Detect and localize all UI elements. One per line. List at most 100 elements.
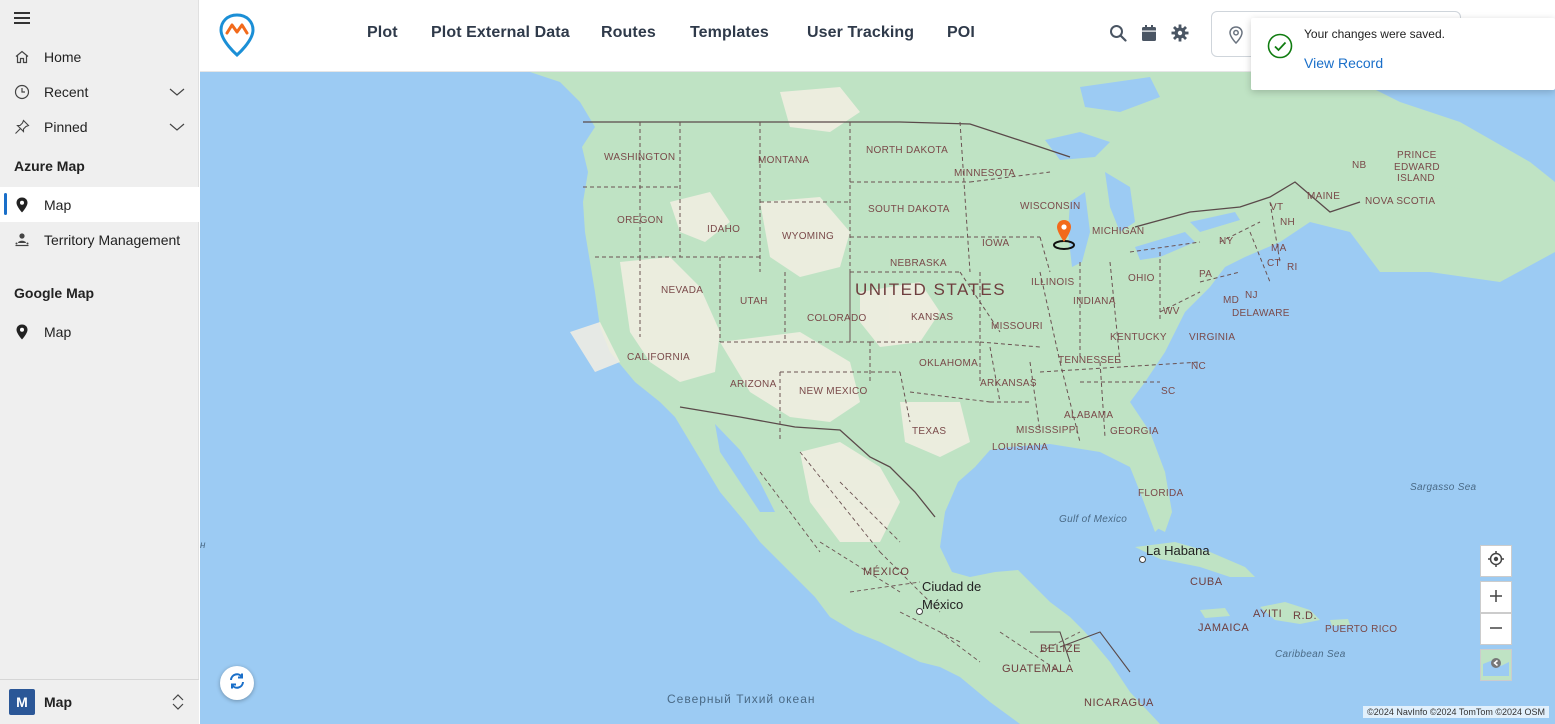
sidebar-item-recent[interactable]: Recent — [0, 74, 199, 109]
map-label: NC — [1191, 361, 1207, 372]
map-label: WYOMING — [782, 231, 835, 242]
map-label: WISCONSIN — [1020, 201, 1081, 212]
refresh-icon — [228, 672, 246, 695]
home-icon — [14, 49, 30, 65]
toast-message: Your changes were saved. — [1304, 27, 1445, 41]
crosshair-icon — [1487, 550, 1505, 573]
map-label: SC — [1161, 386, 1176, 397]
map-style-icon — [1483, 649, 1509, 681]
map-canvas[interactable]: WASHINGTON MONTANA NORTH DAKOTA MINNESOT… — [200, 72, 1555, 724]
map-label: ARIZONA — [730, 379, 777, 390]
map-label-sea: н — [200, 540, 206, 551]
sidebar-item-label: Recent — [44, 83, 89, 100]
map-label: CT — [1267, 258, 1281, 269]
sidebar-item-territory-management[interactable]: Territory Management — [0, 222, 199, 257]
map-label: MISSOURI — [991, 321, 1043, 332]
map-label: TENNESSEE — [1058, 355, 1122, 366]
sidebar-item-label: Map — [44, 323, 72, 340]
map-label: MA — [1271, 243, 1287, 254]
map-label-sea: Caribbean Sea — [1275, 649, 1346, 660]
tab-user-tracking[interactable]: User Tracking — [807, 24, 914, 42]
refresh-button[interactable] — [220, 666, 254, 700]
map-label: DELAWARE — [1232, 308, 1290, 319]
map-label: ARKANSAS — [980, 378, 1037, 389]
map-style-button[interactable] — [1480, 649, 1512, 681]
zoom-in-button[interactable] — [1480, 581, 1512, 613]
map-label: NEW MEXICO — [799, 386, 868, 397]
map-marker-icon — [14, 324, 30, 340]
plus-icon — [1489, 587, 1503, 608]
map-label: NEVADA — [661, 285, 704, 296]
map-label: INDIANA — [1073, 296, 1116, 307]
map-label: ILLINOIS — [1031, 277, 1075, 288]
map-label-country: CUBA — [1190, 576, 1223, 588]
map-label-city: Ciudad de — [922, 579, 982, 594]
pin-icon — [14, 119, 30, 135]
map-label-country: MÉXICO — [863, 566, 910, 578]
map-label-country: AYITI — [1253, 608, 1283, 620]
map-label: CALIFORNIA — [627, 352, 691, 363]
sidebar-item-label: Pinned — [44, 118, 88, 135]
map-label: OHIO — [1128, 273, 1155, 284]
tab-routes[interactable]: Routes — [601, 24, 656, 42]
map-label: MINNESOTA — [954, 168, 1016, 179]
map-label: EDWARD — [1394, 162, 1440, 173]
search-icon[interactable] — [1109, 24, 1127, 42]
locate-me-button[interactable] — [1480, 545, 1512, 577]
sidebar-item-google-map[interactable]: Map — [0, 314, 199, 349]
map-label: NH — [1280, 217, 1296, 228]
area-switcher[interactable]: M Map — [0, 679, 199, 724]
map-label: MICHIGAN — [1092, 226, 1145, 237]
map-label: ISLAND — [1397, 173, 1435, 184]
map-label: SOUTH DAKOTA — [868, 204, 950, 215]
sidebar-item-label: Home — [44, 48, 82, 65]
sidebar-item-home[interactable]: Home — [0, 39, 199, 74]
map-label-country: JAMAICA — [1198, 622, 1250, 634]
map-label: NEBRASKA — [890, 258, 947, 269]
map-label-sea: Gulf of Mexico — [1059, 514, 1128, 525]
map-label: NOVA SCOTIA — [1365, 196, 1436, 207]
city-dot — [1139, 556, 1146, 563]
gear-icon[interactable] — [1171, 24, 1189, 42]
map-label: PA — [1199, 269, 1213, 280]
map-attribution: ©2024 NavInfo ©2024 TomTom ©2024 OSM — [1363, 706, 1549, 718]
hamburger-menu-icon[interactable] — [14, 12, 30, 24]
map-label: NORTH DAKOTA — [866, 145, 949, 156]
map-label-country: NICARAGUA — [1084, 697, 1154, 709]
map-label-city: La Habana — [1146, 543, 1210, 558]
tab-plot[interactable]: Plot — [367, 24, 398, 42]
success-check-icon — [1267, 33, 1293, 64]
sidebar: Home Recent Pinned Azure Map Map Territo… — [0, 0, 199, 724]
save-notification-toast: Your changes were saved. View Record — [1251, 18, 1555, 90]
tab-poi[interactable]: POI — [947, 24, 975, 42]
sidebar-item-pinned[interactable]: Pinned — [0, 109, 199, 144]
map-label-country: R.D. — [1293, 610, 1317, 622]
view-record-link[interactable]: View Record — [1304, 55, 1383, 71]
chevron-down-icon[interactable] — [169, 84, 185, 100]
map-label-sea: Sargasso Sea — [1410, 482, 1477, 493]
map-label: PRINCE — [1397, 150, 1437, 161]
map-label: IDAHO — [707, 224, 741, 235]
section-title-azure-map: Azure Map — [14, 158, 85, 174]
map-label: UTAH — [740, 296, 768, 307]
map-label: PUERTO RICO — [1325, 624, 1398, 635]
map-label: TEXAS — [912, 426, 947, 437]
zoom-out-button[interactable] — [1480, 613, 1512, 645]
location-pin-icon — [1228, 26, 1244, 49]
map-label: KANSAS — [911, 312, 954, 323]
chevron-down-icon[interactable] — [169, 119, 185, 135]
map-marker-icon[interactable] — [1051, 219, 1077, 256]
map-label: WV — [1163, 306, 1180, 317]
app-logo-icon[interactable] — [219, 13, 255, 57]
map-label: OREGON — [617, 215, 664, 226]
map-label-country: GUATEMALA — [1002, 663, 1074, 675]
map-label: NJ — [1245, 290, 1258, 301]
calendar-icon[interactable] — [1140, 24, 1158, 42]
tab-plot-external-data[interactable]: Plot External Data — [431, 24, 570, 42]
map-label: IOWA — [982, 238, 1010, 249]
sidebar-item-azure-map[interactable]: Map — [0, 187, 199, 222]
tab-templates[interactable]: Templates — [690, 24, 769, 42]
map-label-country: BELIZE — [1040, 643, 1081, 655]
map-marker-icon — [14, 197, 30, 213]
map-label: COLORADO — [807, 313, 867, 324]
